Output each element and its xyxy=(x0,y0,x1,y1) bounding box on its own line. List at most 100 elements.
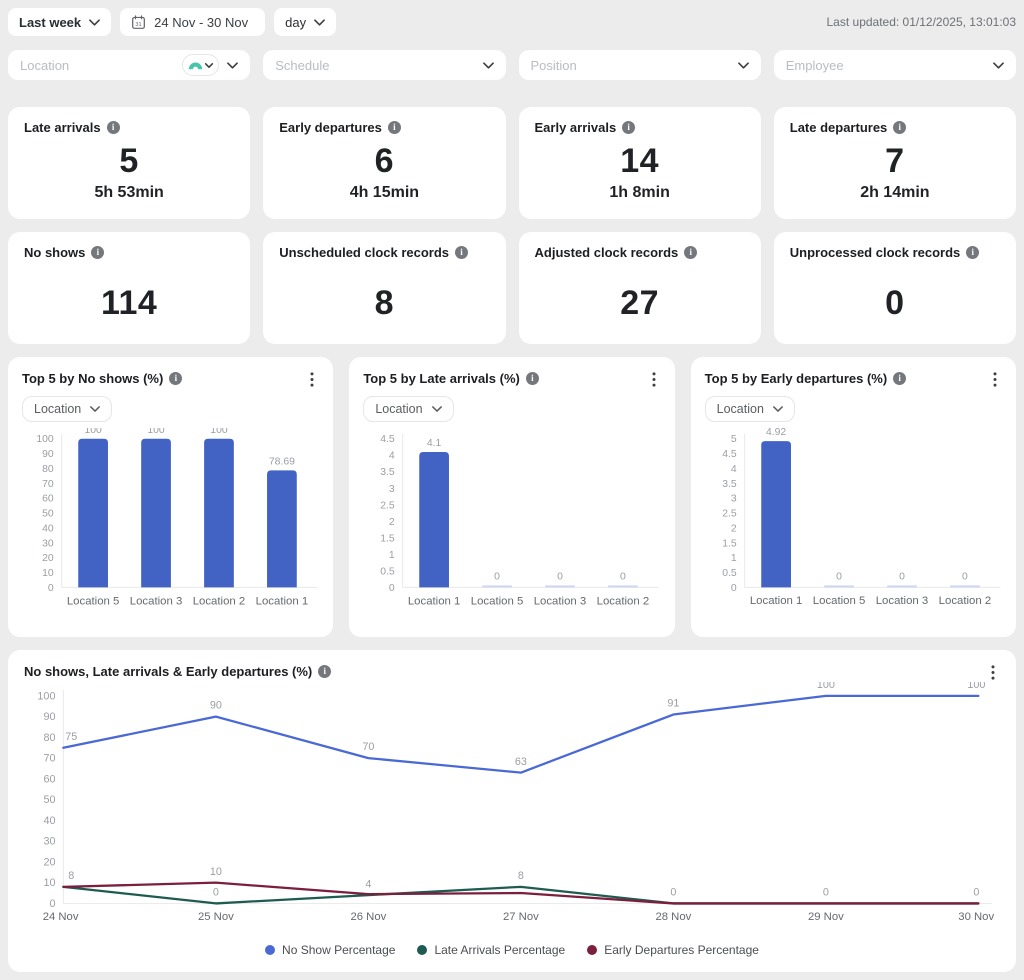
schedule-filter[interactable]: Schedule xyxy=(263,50,505,80)
chart-dimension-select[interactable]: Location xyxy=(705,396,795,422)
chart-dimension-select[interactable]: Location xyxy=(22,396,112,422)
kpi-card-unprocessed-clock-records: Unprocessed clock records i 0 xyxy=(774,232,1016,344)
chevron-down-icon xyxy=(205,63,213,68)
top5-charts-row: Top 5 by No shows (%) i Location 0102030… xyxy=(8,357,1016,637)
svg-text:29 Nov: 29 Nov xyxy=(808,911,844,923)
bar-chart-early-departures: 00.511.522.533.544.554.92Location 10Loca… xyxy=(705,428,1002,614)
chart-dimension-value: Location xyxy=(34,402,81,416)
svg-text:25 Nov: 25 Nov xyxy=(198,911,234,923)
chevron-down-icon xyxy=(89,19,100,26)
svg-text:0: 0 xyxy=(620,571,626,582)
kpi-duration: 1h 8min xyxy=(535,184,745,202)
kebab-menu-icon[interactable] xyxy=(988,371,1002,387)
svg-text:100: 100 xyxy=(84,428,102,436)
svg-text:1: 1 xyxy=(731,553,737,564)
svg-text:0: 0 xyxy=(389,583,395,594)
legend-item-no-show[interactable]: No Show Percentage xyxy=(265,943,395,957)
info-icon[interactable]: i xyxy=(684,246,697,259)
info-icon[interactable]: i xyxy=(622,121,635,134)
svg-text:70: 70 xyxy=(362,741,374,753)
svg-text:0.5: 0.5 xyxy=(381,566,396,577)
chart-dimension-select[interactable]: Location xyxy=(363,396,453,422)
svg-text:75: 75 xyxy=(65,731,77,743)
kebab-menu-icon[interactable] xyxy=(305,371,319,387)
svg-text:0: 0 xyxy=(823,887,829,899)
location-selected-chip[interactable] xyxy=(182,54,219,76)
kpi-row-2: No shows i 114 Unscheduled clock records… xyxy=(8,232,1016,344)
legend-item-early-departures[interactable]: Early Departures Percentage xyxy=(587,943,759,957)
svg-text:1.5: 1.5 xyxy=(381,533,396,544)
chevron-down-icon xyxy=(483,62,494,69)
kebab-menu-icon[interactable] xyxy=(986,664,1000,680)
info-icon[interactable]: i xyxy=(893,121,906,134)
bar-chart-late-arrivals: 00.511.522.533.544.54.1Location 10Locati… xyxy=(363,428,660,614)
info-icon[interactable]: i xyxy=(388,121,401,134)
date-range-picker[interactable]: 31 24 Nov - 30 Nov xyxy=(120,8,265,36)
kpi-duration: 2h 14min xyxy=(790,184,1000,202)
svg-text:60: 60 xyxy=(43,773,55,785)
kpi-value: 27 xyxy=(535,284,745,323)
chevron-down-icon xyxy=(227,62,238,69)
svg-text:3: 3 xyxy=(389,484,395,495)
chart-card-early-departures: Top 5 by Early departures (%) i Location… xyxy=(691,357,1016,637)
date-range-value: 24 Nov - 30 Nov xyxy=(154,15,248,30)
schedule-filter-placeholder: Schedule xyxy=(275,58,482,73)
svg-text:4: 4 xyxy=(389,451,395,462)
svg-text:30: 30 xyxy=(43,836,55,848)
granularity-select[interactable]: day xyxy=(274,8,336,36)
bar-chart-no-shows: 0102030405060708090100100Location 5100Lo… xyxy=(22,428,319,614)
kpi-value: 14 xyxy=(535,142,745,181)
legend-label: Late Arrivals Percentage xyxy=(434,943,565,957)
info-icon[interactable]: i xyxy=(893,372,906,385)
kpi-card-unscheduled-clock-records: Unscheduled clock records i 8 xyxy=(263,232,505,344)
svg-text:Location 3: Location 3 xyxy=(534,595,587,607)
employee-filter[interactable]: Employee xyxy=(774,50,1016,80)
calendar-icon: 31 xyxy=(131,15,146,30)
svg-text:8: 8 xyxy=(68,870,74,882)
svg-text:0: 0 xyxy=(48,583,54,594)
chart-legend: No Show Percentage Late Arrivals Percent… xyxy=(24,943,1000,957)
period-select[interactable]: Last week xyxy=(8,8,111,36)
info-icon[interactable]: i xyxy=(169,372,182,385)
legend-item-late-arrivals[interactable]: Late Arrivals Percentage xyxy=(417,943,565,957)
trend-chart-card: No shows, Late arrivals & Early departur… xyxy=(8,650,1016,972)
chart-dimension-value: Location xyxy=(375,402,422,416)
svg-text:0: 0 xyxy=(494,571,500,582)
info-icon[interactable]: i xyxy=(91,246,104,259)
info-icon[interactable]: i xyxy=(107,121,120,134)
svg-text:Location 3: Location 3 xyxy=(875,595,928,607)
kpi-row-1: Late arrivals i 5 5h 53min Early departu… xyxy=(8,107,1016,219)
svg-text:50: 50 xyxy=(43,794,55,806)
chart-title: No shows, Late arrivals & Early departur… xyxy=(24,664,312,679)
info-icon[interactable]: i xyxy=(318,665,331,678)
svg-text:Location 2: Location 2 xyxy=(938,595,990,607)
kpi-card-no-shows: No shows i 114 xyxy=(8,232,250,344)
svg-text:4.92: 4.92 xyxy=(766,428,786,438)
svg-text:60: 60 xyxy=(42,494,54,505)
kpi-value: 114 xyxy=(24,284,234,323)
svg-text:80: 80 xyxy=(42,464,54,475)
kebab-menu-icon[interactable] xyxy=(647,371,661,387)
svg-text:0: 0 xyxy=(557,571,563,582)
position-filter[interactable]: Position xyxy=(519,50,761,80)
kpi-label: Adjusted clock records xyxy=(535,245,679,260)
info-icon[interactable]: i xyxy=(966,246,979,259)
svg-text:4.1: 4.1 xyxy=(427,438,442,449)
legend-dot xyxy=(417,945,427,955)
chart-card-late-arrivals: Top 5 by Late arrivals (%) i Location 0 0… xyxy=(349,357,674,637)
location-filter-placeholder: Location xyxy=(20,58,182,73)
chevron-down-icon xyxy=(90,406,100,412)
svg-text:1.5: 1.5 xyxy=(722,538,737,549)
location-filter[interactable]: Location xyxy=(8,50,250,80)
svg-text:100: 100 xyxy=(37,690,55,702)
svg-text:40: 40 xyxy=(43,815,55,827)
info-icon[interactable]: i xyxy=(526,372,539,385)
svg-text:2.5: 2.5 xyxy=(381,500,396,511)
svg-text:Location 5: Location 5 xyxy=(67,595,119,607)
svg-text:0: 0 xyxy=(899,571,905,582)
kpi-label: Unprocessed clock records xyxy=(790,245,961,260)
info-icon[interactable]: i xyxy=(455,246,468,259)
svg-text:0: 0 xyxy=(213,887,219,899)
position-filter-placeholder: Position xyxy=(531,58,738,73)
chart-title: Top 5 by Late arrivals (%) xyxy=(363,371,520,386)
